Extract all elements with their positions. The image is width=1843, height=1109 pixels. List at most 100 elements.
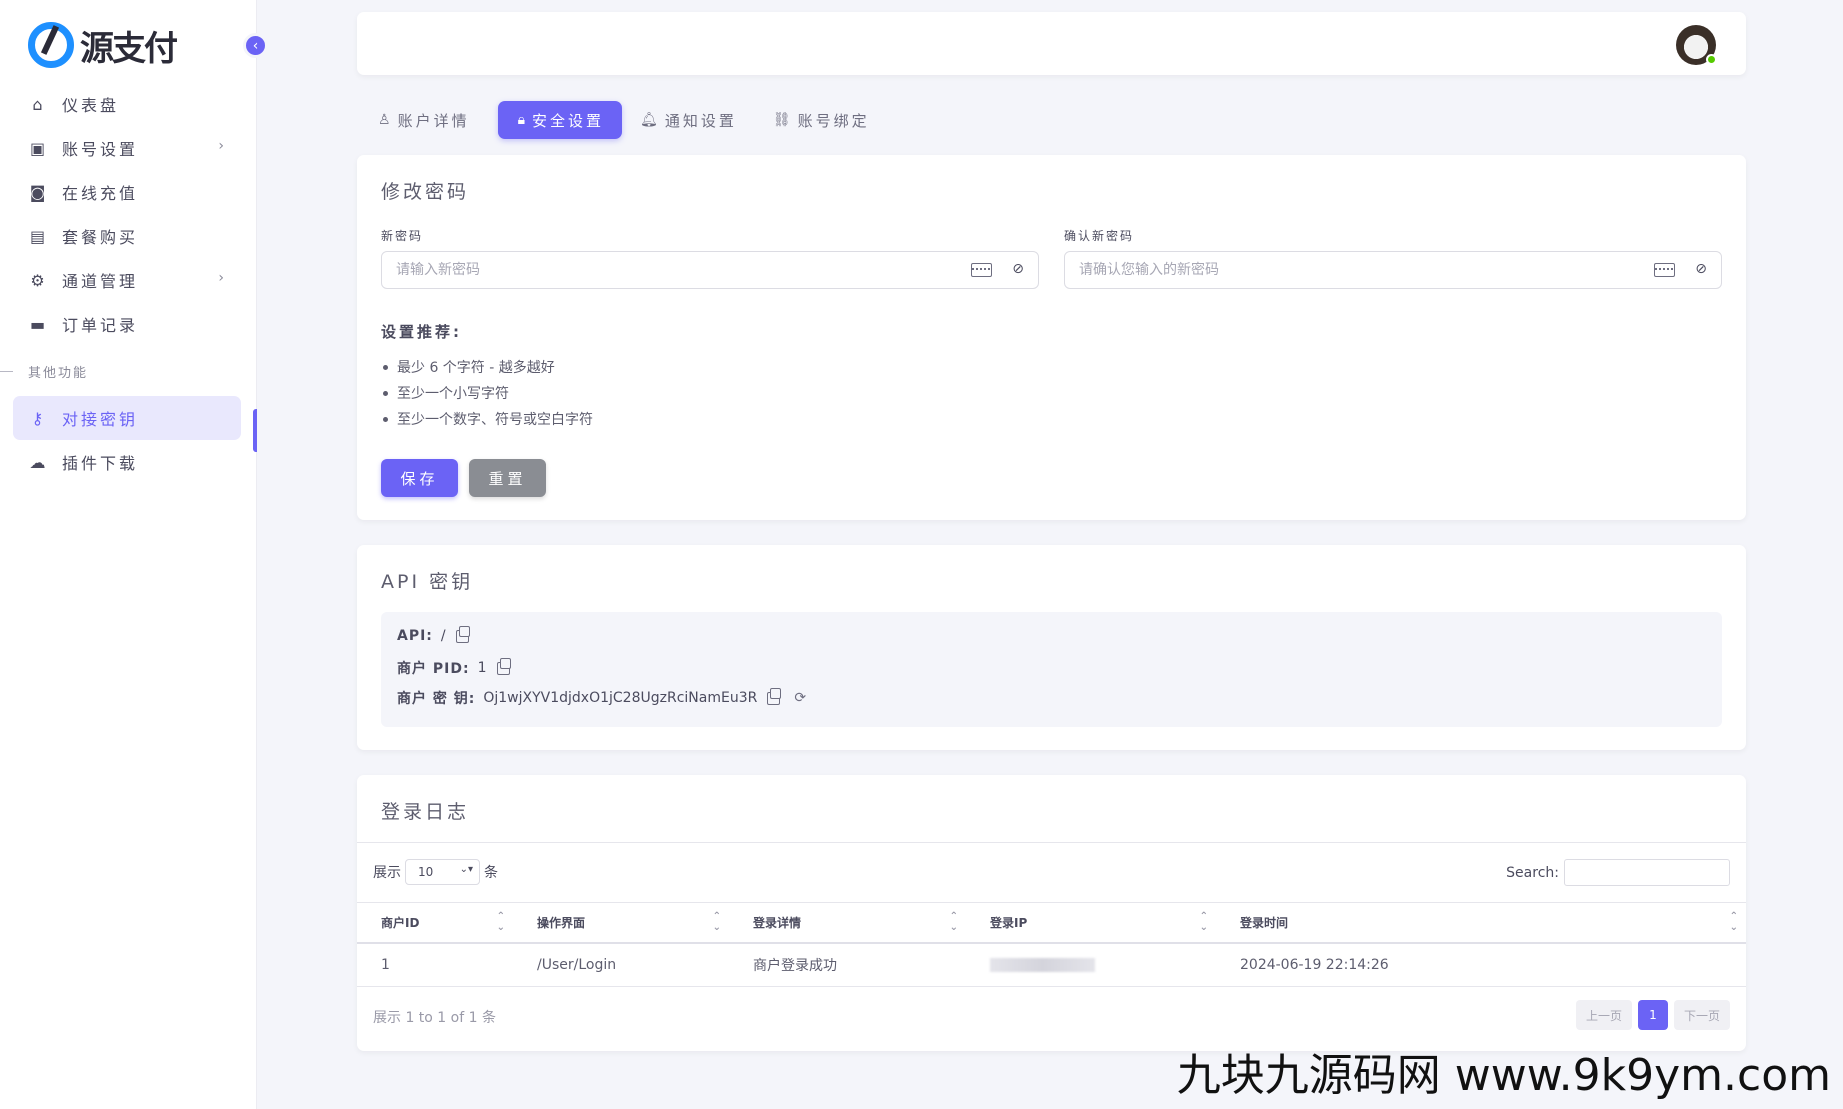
redacted-ip (990, 957, 1095, 972)
keyboard-icon[interactable] (971, 263, 992, 277)
copy-icon[interactable] (496, 657, 511, 675)
api-key-label: API: (397, 628, 433, 644)
sidebar-item-recharge[interactable]: ◙ 在线充值 (13, 170, 241, 214)
refresh-icon[interactable]: ⟳ (794, 690, 806, 706)
column-header-detail[interactable]: 登录详情 ⌃ ⌄ (729, 902, 966, 944)
sidebar-item-dashboard[interactable]: ⌂ 仪表盘 (13, 82, 241, 126)
eye-off-icon[interactable]: ⊘ (1012, 261, 1024, 277)
brand-name: 源支付 (80, 28, 178, 69)
copy-icon[interactable] (767, 687, 782, 705)
confirm-password-field: ⊘ (1064, 251, 1722, 289)
page-size-select[interactable]: 10 ⌄▾ (405, 859, 480, 885)
sort-icon: ⌃ ⌄ (1199, 911, 1208, 933)
new-password-label: 新密码 (381, 229, 424, 243)
search-label: Search: (1506, 864, 1559, 881)
active-indicator (253, 409, 257, 452)
sidebar-item-label: 账号设置 (62, 140, 139, 159)
top-navbar (357, 12, 1746, 75)
column-header-page[interactable]: 操作界面 ⌃ ⌄ (513, 902, 729, 944)
cell-ip (966, 942, 1216, 987)
prev-page-button[interactable]: 上一页 (1575, 1000, 1632, 1030)
pid-label: 商户 PID: (397, 661, 470, 677)
pid-value: 1 (477, 660, 487, 676)
sidebar-collapse-button[interactable]: ‹ (243, 33, 268, 58)
lock-icon: 🔒︎ (517, 112, 529, 128)
table-row: 1 /User/Login 商户登录成功 2024-06-19 22:14:26 (357, 942, 1746, 987)
tab-account-details[interactable]: ♙ 账户详情 (370, 101, 488, 139)
gear-icon: ⚙ (30, 270, 48, 290)
keyboard-icon[interactable] (1654, 263, 1675, 277)
account-box-icon: ▣ (29, 138, 49, 158)
link-icon: ⛓ (772, 112, 794, 128)
cell-page: /User/Login (513, 942, 729, 987)
sidebar-item-label: 套餐购买 (62, 228, 139, 247)
eye-off-icon[interactable]: ⊘ (1695, 261, 1707, 277)
unit-label: 条 (484, 865, 498, 881)
cloud-download-icon: ☁ (29, 452, 49, 472)
cell-detail: 商户登录成功 (729, 942, 966, 987)
column-header-id[interactable]: 商户ID ⌃ ⌄ (357, 902, 513, 944)
confirm-password-label: 确认新密码 (1064, 229, 1135, 243)
sidebar-item-label: 插件下载 (62, 454, 139, 473)
api-value: / (440, 628, 446, 644)
recommendation-list: 最少 6 个字符 - 越多越好 至少一个小写字符 至少一个数字、符号或空白字符 (381, 357, 593, 435)
sidebar-item-api-keys[interactable]: ⚷ 对接密钥 (13, 396, 241, 440)
search-input[interactable] (1564, 859, 1730, 886)
chevron-right-icon: › (218, 270, 227, 286)
card-title: API 密钥 (381, 571, 474, 593)
sidebar-item-label: 仪表盘 (62, 96, 120, 115)
copy-icon[interactable] (455, 625, 470, 643)
wallet-icon: ▬ (29, 314, 49, 334)
tab-notification-settings[interactable]: 🔔︎ 通知设置 (632, 101, 755, 139)
list-item: 最少 6 个字符 - 越多越好 (381, 357, 593, 383)
bag-icon: ▤ (29, 226, 49, 246)
sidebar-item-account-settings[interactable]: ▣ 账号设置 › (13, 126, 241, 170)
recommendation-title: 设置推荐: (381, 323, 462, 341)
sidebar-item-orders[interactable]: ▬ 订单记录 (13, 302, 241, 346)
login-log-table: 商户ID ⌃ ⌄ 操作界面 ⌃ ⌄ 登录详情 ⌃ ⌄ 登录IP ⌃ ⌄ 登录时间 ⌃ ⌄ 1 /Us… (357, 902, 1746, 987)
home-icon: ⌂ (32, 94, 46, 114)
tab-label: 安全设置 (532, 111, 605, 130)
sort-icon: ⌃ ⌄ (712, 911, 721, 933)
reset-button[interactable]: 重置 (469, 459, 546, 497)
sidebar-nav: ⌂ 仪表盘 ▣ 账号设置 › ◙ 在线充值 ▤ 套餐购买 ⚙ 通道管理 › ▬ … (0, 82, 241, 484)
list-item: 至少一个数字、符号或空白字符 (381, 409, 593, 435)
confirm-password-input[interactable] (1065, 252, 1625, 288)
next-page-button[interactable]: 下一页 (1673, 1000, 1730, 1030)
cell-id: 1 (357, 942, 513, 987)
api-info-box: API: / 商户 PID: 1 商户 密 钥: Oj1wjXYV1djdxO1… (381, 612, 1722, 727)
column-header-time[interactable]: 登录时间 ⌃ ⌄ (1216, 902, 1746, 944)
card-title: 登录日志 (381, 801, 470, 823)
sidebar-item-label: 通道管理 (62, 272, 139, 291)
settings-tabs: ♙ 账户详情 🔒︎ 安全设置 🔔︎ 通知设置 ⛓ 账号绑定 (370, 101, 888, 139)
sidebar-item-packages[interactable]: ▤ 套餐购买 (13, 214, 241, 258)
table-header-row: 商户ID ⌃ ⌄ 操作界面 ⌃ ⌄ 登录详情 ⌃ ⌄ 登录IP ⌃ ⌄ 登录时间 ⌃ ⌄ (357, 902, 1746, 944)
pagination: 上一页 1 下一页 (1575, 1000, 1730, 1030)
tab-security-settings[interactable]: 🔒︎ 安全设置 (497, 101, 623, 139)
sidebar-item-plugin-download[interactable]: ☁ 插件下载 (13, 440, 241, 484)
divider (357, 842, 1746, 843)
column-header-ip[interactable]: 登录IP ⌃ ⌄ (966, 902, 1216, 944)
cell-time: 2024-06-19 22:14:26 (1216, 942, 1746, 987)
sort-icon: ⌃ ⌄ (1729, 911, 1738, 933)
online-status-icon (1706, 54, 1717, 65)
sidebar-item-channels[interactable]: ⚙ 通道管理 › (13, 258, 241, 302)
tab-label: 账号绑定 (797, 111, 870, 130)
tab-account-binding[interactable]: ⛓ 账号绑定 (765, 101, 888, 139)
save-button[interactable]: 保存 (381, 459, 458, 497)
key-icon: ⚷ (31, 408, 47, 428)
table-search: Search: (1506, 859, 1730, 886)
user-icon: ♙ (378, 112, 394, 128)
page-size-value: 10 (418, 865, 434, 879)
new-password-input[interactable] (382, 252, 942, 288)
avatar[interactable] (1676, 25, 1717, 65)
sidebar-item-label: 订单记录 (62, 316, 139, 335)
page-button-1[interactable]: 1 (1637, 1000, 1668, 1030)
new-password-field: ⊘ (381, 251, 1039, 289)
brand-logo[interactable]: 源支付 (28, 22, 178, 69)
tab-label: 账户详情 (397, 111, 470, 130)
api-key-card: API 密钥 API: / 商户 PID: 1 商户 密 钥: Oj1wjXYV… (357, 545, 1746, 750)
sidebar-section-label: 其他功能 (0, 346, 241, 396)
change-password-card: 修改密码 新密码 ⊘ 确认新密码 ⊘ 设置推荐: 最少 6 个字符 - 越多越好… (357, 155, 1746, 520)
pid-row: 商户 PID: 1 (397, 657, 511, 678)
